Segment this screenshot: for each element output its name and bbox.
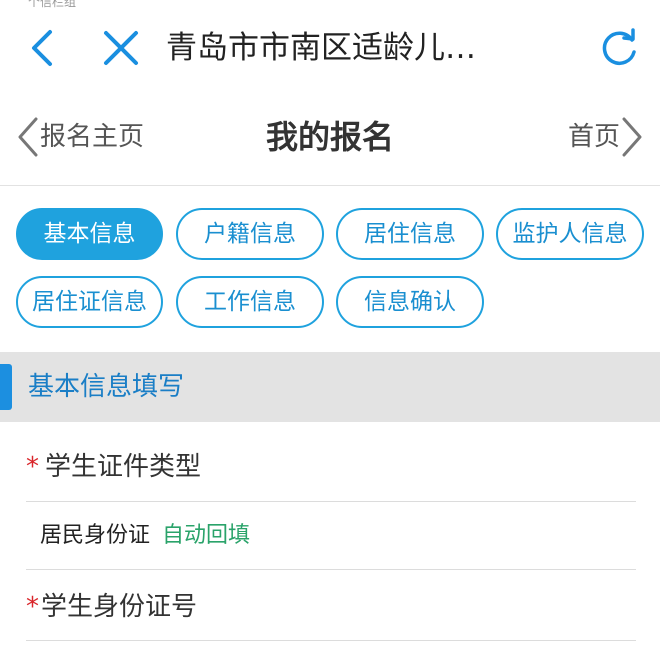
nav-bar: 报名主页 我的报名 首页	[0, 92, 660, 186]
divider	[26, 640, 636, 641]
browser-toolbar: 青岛市市南区适龄儿…	[0, 8, 660, 92]
auto-fill-hint: 自动回填	[162, 523, 251, 548]
tab-basic-info[interactable]: 基本信息	[16, 208, 163, 260]
id-type-value: 居民身份证	[40, 523, 151, 548]
tab-residence-permit[interactable]: 居住证信息	[16, 276, 163, 328]
chevron-left-icon[interactable]	[22, 26, 62, 70]
form-step-tabs: 基本信息 户籍信息 居住信息 监护人信息 居住证信息 工作信息 信息确认	[0, 186, 660, 352]
home-label: 首页	[567, 122, 620, 152]
section-header: 基本信息填写	[0, 352, 660, 422]
id-type-label: * 学生证件类型	[26, 444, 636, 490]
chevron-right-icon	[622, 117, 642, 157]
refresh-icon[interactable]	[598, 26, 640, 70]
nav-title: 我的报名	[265, 118, 394, 156]
required-mark: *	[26, 452, 39, 482]
home-link[interactable]: 首页	[568, 112, 646, 162]
tab-guardian-info[interactable]: 监护人信息	[496, 208, 644, 260]
tab-household-registration[interactable]: 户籍信息	[176, 208, 324, 260]
id-number-label: *学生身份证号	[26, 584, 636, 630]
tab-work-info[interactable]: 工作信息	[176, 276, 324, 328]
page-title: 青岛市市南区适龄儿…	[166, 30, 476, 66]
divider	[26, 501, 636, 502]
section-title: 基本信息填写	[28, 372, 185, 402]
id-number-label-text: 学生身份证号	[41, 592, 198, 622]
required-mark: *	[26, 592, 39, 622]
id-type-label-text: 学生证件类型	[45, 452, 202, 482]
status-bar: 个信栏组	[28, 0, 77, 8]
tab-residence-info[interactable]: 居住信息	[336, 208, 484, 260]
close-icon[interactable]	[100, 26, 142, 70]
section-accent-bar	[0, 364, 12, 410]
divider	[26, 569, 636, 570]
tab-confirm-info[interactable]: 信息确认	[336, 276, 484, 328]
id-type-select[interactable]: 居民身份证 自动回填	[40, 516, 630, 556]
